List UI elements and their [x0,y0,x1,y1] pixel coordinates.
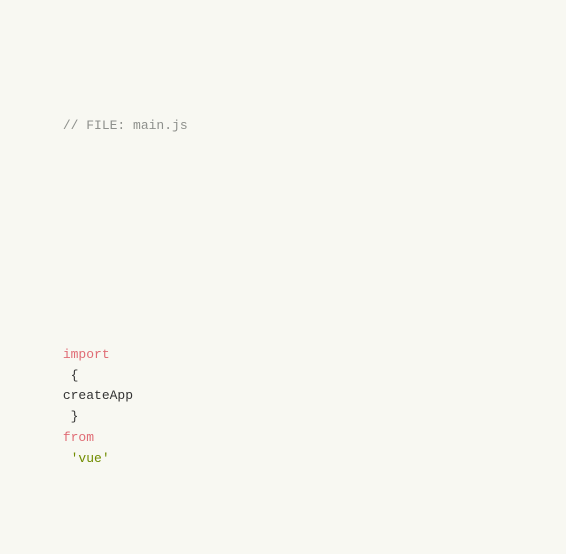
code-container: // FILE: main.js import { createApp } fr… [0,0,566,554]
keyword-from-1: from [63,430,94,445]
str-vue: 'vue' [63,451,110,466]
keyword-import-1: import [63,347,110,362]
code-block: // FILE: main.js import { createApp } fr… [16,12,550,554]
line-1: // FILE: main.js [16,95,550,157]
line-import-createapp: import { createApp } from 'vue' [16,324,550,490]
comment-1: // FILE: main.js [63,118,188,133]
punct-2: } [63,409,86,424]
id-createapp: createApp [63,388,133,403]
line-blank-1 [16,220,550,241]
punct-1: { [63,368,86,383]
